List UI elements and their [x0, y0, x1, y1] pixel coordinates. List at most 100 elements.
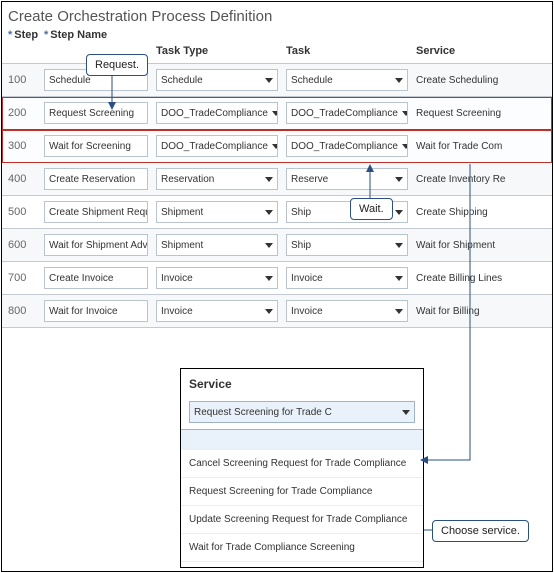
service-option[interactable]: Request Screening for Trade Compliance — [181, 478, 423, 506]
service-value: Wait for Billing — [416, 306, 552, 317]
service-panel-header: Service — [181, 369, 423, 401]
task-value: Invoice — [291, 306, 323, 317]
chevron-down-icon — [395, 78, 403, 83]
table-row: 400 Create Reservation Reservation Reser… — [2, 163, 552, 196]
chevron-down-icon — [395, 276, 403, 281]
table-row: 100 Schedule Schedule Schedule Create Sc… — [2, 64, 552, 97]
chevron-down-icon — [265, 276, 273, 281]
task-type-select[interactable]: Schedule — [156, 69, 278, 91]
service-value: Create Billing Lines — [416, 273, 552, 284]
task-value: DOO_TradeCompliance — [291, 141, 398, 152]
table-row: 200 Request Screening DOO_TradeComplianc… — [2, 97, 552, 130]
task-type-select[interactable]: Invoice — [156, 267, 278, 289]
page-title: Create Orchestration Process Definition — [2, 2, 552, 27]
step-number: 300 — [8, 140, 44, 152]
task-type-value: DOO_TradeCompliance — [161, 108, 268, 119]
chevron-down-icon — [402, 144, 408, 149]
chevron-down-icon — [395, 177, 403, 182]
step-name-input[interactable]: Create Reservation — [44, 168, 148, 190]
task-value: Reserve — [291, 174, 328, 185]
service-value: Create Inventory Re — [416, 174, 552, 185]
callout-wait: Wait. — [350, 198, 393, 220]
step-name-input[interactable]: Create Shipment Request — [44, 201, 148, 223]
page-frame: Create Orchestration Process Definition … — [1, 1, 553, 572]
step-name-input[interactable]: Wait for Invoice — [44, 300, 148, 322]
col-step-name-header: *Step Name — [44, 29, 156, 41]
service-option[interactable]: Wait for Trade Compliance Screening — [181, 534, 423, 562]
service-dropdown-panel: Service Request Screening for Trade C Ca… — [180, 368, 424, 568]
task-type-select[interactable]: DOO_TradeCompliance — [156, 135, 278, 157]
service-options-list: Cancel Screening Request for Trade Compl… — [181, 429, 423, 562]
col-task-type-header: Task Type — [156, 45, 286, 57]
chevron-down-icon — [265, 78, 273, 83]
table-row: 800 Wait for Invoice Invoice Invoice Wai… — [2, 295, 552, 328]
table-row: 300 Wait for Screening DOO_TradeComplian… — [2, 130, 552, 163]
chevron-down-icon — [395, 309, 403, 314]
chevron-down-icon — [272, 144, 278, 149]
task-type-select[interactable]: Invoice — [156, 300, 278, 322]
step-name-input[interactable]: Request Screening — [44, 102, 148, 124]
chevron-down-icon — [265, 309, 273, 314]
col-step-label: Step — [14, 29, 38, 41]
service-option[interactable]: Update Screening Request for Trade Compl… — [181, 506, 423, 534]
column-headers-second: Task Type Task Service — [2, 45, 552, 63]
step-name-input[interactable]: Wait for Screening — [44, 135, 148, 157]
chevron-down-icon — [272, 111, 278, 116]
table-row: 600 Wait for Shipment Advice Shipment Sh… — [2, 229, 552, 262]
step-number: 100 — [8, 74, 44, 86]
task-select[interactable]: DOO_TradeCompliance — [286, 102, 408, 124]
task-type-select[interactable]: Reservation — [156, 168, 278, 190]
chevron-down-icon — [402, 111, 408, 116]
step-number: 600 — [8, 239, 44, 251]
task-type-value: Shipment — [161, 240, 203, 251]
column-headers-top: *Step *Step Name — [2, 27, 552, 45]
task-select[interactable]: Invoice — [286, 300, 408, 322]
step-name-input[interactable]: Create Invoice — [44, 267, 148, 289]
service-value: Wait for Trade Com — [416, 141, 552, 152]
steps-table: 100 Schedule Schedule Schedule Create Sc… — [2, 63, 552, 328]
chevron-down-icon — [402, 410, 410, 415]
service-option[interactable]: Cancel Screening Request for Trade Compl… — [181, 450, 423, 478]
table-row: 500 Create Shipment Request Shipment Shi… — [2, 196, 552, 229]
service-value: Wait for Shipment — [416, 240, 552, 251]
service-option[interactable] — [181, 430, 423, 450]
task-type-select[interactable]: DOO_TradeCompliance — [156, 102, 278, 124]
chevron-down-icon — [265, 210, 273, 215]
task-value: Ship — [291, 207, 311, 218]
step-name-input[interactable]: Wait for Shipment Advice — [44, 234, 148, 256]
step-number: 400 — [8, 173, 44, 185]
task-type-value: Reservation — [161, 174, 214, 185]
col-step-header: *Step — [8, 29, 44, 41]
col-step-name-label: Step Name — [50, 29, 107, 41]
task-value: DOO_TradeCompliance — [291, 108, 398, 119]
task-type-select[interactable]: Shipment — [156, 234, 278, 256]
task-select[interactable]: Schedule — [286, 69, 408, 91]
callout-choose-service: Choose service. — [432, 520, 529, 542]
task-value: Invoice — [291, 273, 323, 284]
chevron-down-icon — [395, 210, 403, 215]
service-select[interactable]: Request Screening for Trade C — [189, 401, 415, 423]
service-value: Create Shipping — [416, 207, 552, 218]
task-type-select[interactable]: Shipment — [156, 201, 278, 223]
task-type-value: Invoice — [161, 273, 193, 284]
task-value: Schedule — [291, 75, 333, 86]
task-select[interactable]: Invoice — [286, 267, 408, 289]
callout-request: Request. — [86, 54, 148, 76]
chevron-down-icon — [265, 177, 273, 182]
service-value: Request Screening — [416, 108, 552, 119]
chevron-down-icon — [395, 243, 403, 248]
chevron-down-icon — [265, 243, 273, 248]
step-number: 800 — [8, 305, 44, 317]
task-value: Ship — [291, 240, 311, 251]
task-type-value: Invoice — [161, 306, 193, 317]
task-type-value: Shipment — [161, 207, 203, 218]
step-number: 700 — [8, 272, 44, 284]
step-number: 200 — [8, 107, 44, 119]
col-service-header: Service — [416, 45, 552, 57]
table-row: 700 Create Invoice Invoice Invoice Creat… — [2, 262, 552, 295]
service-value: Create Scheduling — [416, 75, 552, 86]
step-number: 500 — [8, 206, 44, 218]
task-select[interactable]: Reserve — [286, 168, 408, 190]
task-select[interactable]: DOO_TradeCompliance — [286, 135, 408, 157]
task-select[interactable]: Ship — [286, 234, 408, 256]
